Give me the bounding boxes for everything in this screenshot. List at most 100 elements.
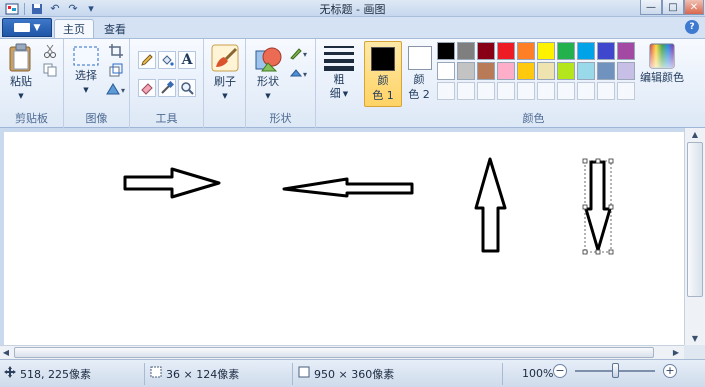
- color-swatch[interactable]: [477, 42, 495, 60]
- color2-button[interactable]: 颜 色 2: [402, 41, 436, 107]
- group-tools: A 工具: [130, 39, 204, 128]
- color-swatch[interactable]: [597, 62, 615, 80]
- scroll-down-icon[interactable]: ▼: [685, 332, 705, 344]
- zoom-slider-thumb[interactable]: [612, 363, 619, 378]
- selection-size-text: 36 × 124像素: [166, 367, 240, 381]
- color-swatch[interactable]: [477, 62, 495, 80]
- color-swatch[interactable]: [517, 62, 535, 80]
- custom-color-slot[interactable]: [597, 82, 615, 100]
- color-swatch[interactable]: [517, 42, 535, 60]
- custom-color-slot[interactable]: [497, 82, 515, 100]
- outline-icon[interactable]: ▾: [288, 45, 312, 61]
- text-icon[interactable]: A: [178, 51, 196, 69]
- color-swatch[interactable]: [437, 42, 455, 60]
- shapes-button[interactable]: 形状 ▼: [250, 43, 286, 103]
- scroll-left-icon[interactable]: ◀: [0, 346, 12, 359]
- brushes-button[interactable]: 刷子 ▼: [208, 43, 242, 103]
- fill-bucket-icon[interactable]: [158, 51, 176, 69]
- zoom-in-button[interactable]: +: [663, 364, 677, 378]
- down-arrow-shape: [584, 160, 612, 252]
- selection-box: [584, 160, 612, 253]
- selection-size: 36 × 124像素: [150, 360, 239, 387]
- scroll-right-icon[interactable]: ▶: [670, 346, 682, 359]
- vertical-scrollbar[interactable]: ▲ ▼: [684, 128, 705, 345]
- color-swatch[interactable]: [457, 62, 475, 80]
- paste-button[interactable]: 粘贴 ▼: [6, 43, 36, 103]
- vertical-scroll-thumb[interactable]: [687, 142, 703, 297]
- custom-color-slot[interactable]: [477, 82, 495, 100]
- status-divider: [144, 363, 145, 385]
- color-swatch[interactable]: [617, 42, 635, 60]
- copy-icon[interactable]: [42, 62, 58, 78]
- custom-color-slot[interactable]: [557, 82, 575, 100]
- horizontal-scroll-thumb[interactable]: [14, 347, 654, 358]
- select-button[interactable]: 选择 ▼: [70, 45, 102, 97]
- maximize-button[interactable]: □: [662, 0, 684, 15]
- chevron-down-icon: ▼: [222, 92, 228, 100]
- color-swatch[interactable]: [437, 62, 455, 80]
- color-swatch[interactable]: [577, 62, 595, 80]
- color1-button[interactable]: 颜 色 1: [364, 41, 402, 107]
- color-swatch[interactable]: [497, 42, 515, 60]
- color-swatch[interactable]: [537, 62, 555, 80]
- drawing-canvas[interactable]: [4, 132, 684, 345]
- custom-color-slot[interactable]: [437, 82, 455, 100]
- crop-icon[interactable]: [108, 43, 124, 59]
- title-bar: ↶ ↷ ▾ 无标题 - 画图 — □ ✕: [0, 0, 705, 17]
- group-brushes: 刷子 ▼: [204, 39, 246, 128]
- group-size[interactable]: 粗 细 ▼: [316, 39, 362, 128]
- custom-color-slot[interactable]: [537, 82, 555, 100]
- paint-menu-button[interactable]: ▼: [2, 18, 52, 37]
- paste-label: 粘贴: [10, 75, 32, 88]
- tab-home[interactable]: 主页: [54, 19, 94, 38]
- selection-rectangle-icon: [73, 46, 99, 66]
- tab-view[interactable]: 查看: [96, 19, 134, 38]
- color-swatch[interactable]: [557, 42, 575, 60]
- cursor-position: 518, 225像素: [4, 360, 91, 387]
- eraser-icon[interactable]: [138, 79, 156, 97]
- cut-icon[interactable]: [42, 43, 58, 59]
- pencil-icon[interactable]: [138, 51, 156, 69]
- svg-text:▾: ▾: [303, 70, 307, 79]
- custom-color-slot[interactable]: [457, 82, 475, 100]
- edit-colors-button[interactable]: 编辑颜色: [640, 43, 684, 85]
- color-picker-icon[interactable]: [158, 79, 176, 97]
- edit-colors-label: 编辑颜色: [640, 71, 684, 84]
- color-swatch[interactable]: [597, 42, 615, 60]
- zoom-level: 100%: [522, 367, 554, 380]
- color2-label-line1: 颜: [413, 73, 425, 86]
- color-swatch[interactable]: [457, 42, 475, 60]
- chevron-down-icon: ▼: [18, 92, 24, 100]
- image-size-icon: [298, 366, 310, 381]
- help-icon[interactable]: ?: [685, 20, 699, 34]
- canvas-viewport: [0, 128, 684, 345]
- tools-group-label: 工具: [155, 112, 178, 125]
- rotate-icon[interactable]: ▾: [104, 81, 128, 97]
- image-group-label: 图像: [85, 112, 108, 125]
- color-swatch[interactable]: [537, 42, 555, 60]
- resize-icon[interactable]: [108, 62, 124, 78]
- color-swatch[interactable]: [497, 62, 515, 80]
- custom-color-slot[interactable]: [617, 82, 635, 100]
- scroll-up-icon[interactable]: ▲: [685, 128, 705, 140]
- color-swatch[interactable]: [577, 42, 595, 60]
- zoom-out-button[interactable]: −: [553, 364, 567, 378]
- shapes-label: 形状: [257, 75, 279, 88]
- minimize-button[interactable]: —: [640, 0, 662, 15]
- size-button[interactable]: 粗 细 ▼: [322, 43, 356, 101]
- color-swatch[interactable]: [557, 62, 575, 80]
- selection-size-icon: [150, 366, 162, 381]
- color1-label-line1: 颜: [377, 74, 389, 87]
- chevron-down-icon: ▼: [83, 86, 89, 94]
- custom-color-slot[interactable]: [517, 82, 535, 100]
- color-wheel-icon: [649, 43, 675, 69]
- chevron-down-icon: ▼: [265, 92, 271, 100]
- color1-swatch: [371, 47, 395, 71]
- fill-icon[interactable]: ▾: [288, 65, 312, 81]
- horizontal-scrollbar[interactable]: ◀ ▶: [0, 345, 684, 359]
- close-button[interactable]: ✕: [684, 0, 704, 15]
- magnifier-icon[interactable]: [178, 79, 196, 97]
- brush-icon: [211, 44, 239, 72]
- color-swatch[interactable]: [617, 62, 635, 80]
- custom-color-slot[interactable]: [577, 82, 595, 100]
